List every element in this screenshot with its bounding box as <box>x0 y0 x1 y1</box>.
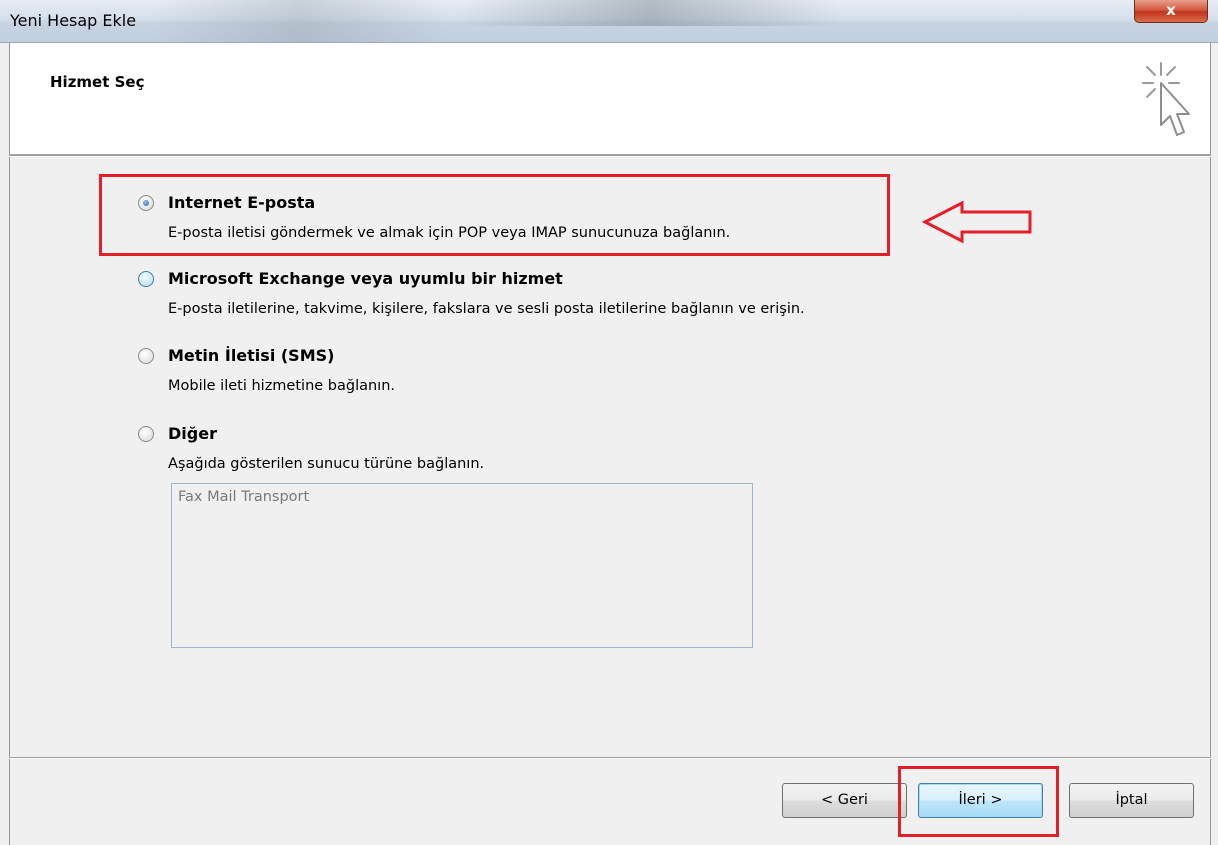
window-title: Yeni Hesap Ekle <box>10 11 137 30</box>
option-label: Diğer <box>168 424 217 443</box>
cancel-button[interactable]: İptal <box>1069 783 1194 818</box>
close-button[interactable]: x <box>1134 0 1208 23</box>
radio-other[interactable] <box>138 426 154 442</box>
page-title: Hizmet Seç <box>50 73 145 91</box>
option-label: Microsoft Exchange veya uyumlu bir hizme… <box>168 269 563 288</box>
left-arrow-icon <box>922 200 1032 244</box>
option-label: Metin İletisi (SMS) <box>168 346 335 365</box>
pointer-cursor-sparkle-icon <box>1142 62 1190 136</box>
server-type-list[interactable]: Fax Mail Transport <box>171 483 753 648</box>
list-item[interactable]: Fax Mail Transport <box>178 489 309 505</box>
option-description: Aşağıda gösterilen sunucu türüne bağlanı… <box>168 456 485 472</box>
title-bar: Yeni Hesap Ekle x <box>0 0 1218 43</box>
radio-sms[interactable] <box>138 348 154 364</box>
highlight-box-next-button <box>898 766 1059 837</box>
highlight-box-internet-email <box>99 174 890 256</box>
back-button[interactable]: < Geri <box>782 783 907 818</box>
option-description: Mobile ileti hizmetine bağlanın. <box>168 378 396 394</box>
dialog-header: Hizmet Seç <box>9 43 1211 154</box>
option-description: E-posta iletilerine, takvime, kişilere, … <box>168 301 805 317</box>
radio-exchange[interactable] <box>138 271 154 287</box>
